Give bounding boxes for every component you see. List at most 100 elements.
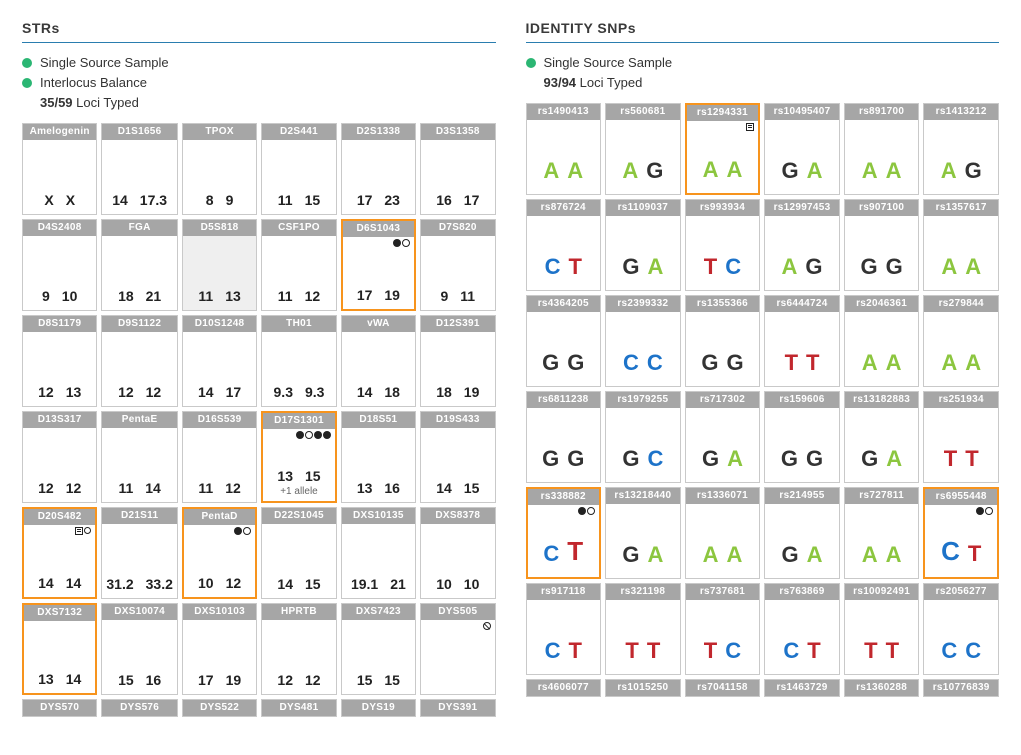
locus-cell[interactable]: rs2046361AA <box>844 295 920 387</box>
snps-status-list: Single Source Sample93/94 Loci Typed <box>526 53 1000 93</box>
locus-cell[interactable]: D9S11221212 <box>101 315 178 407</box>
locus-cell[interactable]: rs717302GA <box>685 391 761 483</box>
locus-cell[interactable]: rs12997453AG <box>764 199 840 291</box>
locus-cell[interactable]: AmelogeninXX <box>22 123 97 215</box>
locus-cell[interactable]: rs1336071AA <box>685 487 761 579</box>
locus-cell[interactable]: DYS570 <box>22 699 97 717</box>
locus-cell[interactable]: DYS481 <box>261 699 336 717</box>
locus-cell[interactable]: rs727811AA <box>844 487 920 579</box>
locus-cell[interactable]: DYS505 <box>420 603 495 695</box>
locus-cell[interactable]: D16S5391112 <box>182 411 257 503</box>
locus-cell[interactable]: D21S1131.233.2 <box>101 507 178 599</box>
locus-cell[interactable]: D4S2408910 <box>22 219 97 311</box>
allele-value: 14 <box>436 480 452 496</box>
locus-cell[interactable]: D2S4411115 <box>261 123 336 215</box>
locus-cell[interactable]: TPOX89 <box>182 123 257 215</box>
locus-cell[interactable]: rs13218440GA <box>605 487 681 579</box>
locus-cell[interactable]: DXS101031719 <box>182 603 257 695</box>
locus-alleles: CC <box>924 600 998 674</box>
locus-cell[interactable]: D10S12481417 <box>182 315 257 407</box>
locus-cell[interactable]: rs1360288 <box>844 679 920 697</box>
locus-cell[interactable]: rs4364205GG <box>526 295 602 387</box>
locus-cell[interactable]: D2S13381723 <box>341 123 416 215</box>
locus-cell[interactable]: rs1463729 <box>764 679 840 697</box>
dot-f-icon <box>323 431 331 439</box>
allele-value: 12 <box>226 575 242 591</box>
locus-cell[interactable]: D19S4331415 <box>420 411 495 503</box>
locus-flag-icons <box>393 239 410 247</box>
locus-cell[interactable]: rs737681TC <box>685 583 761 675</box>
locus-cell[interactable]: rs321198TT <box>605 583 681 675</box>
locus-cell[interactable]: rs10776839 <box>923 679 999 697</box>
locus-cell[interactable]: DXS100741516 <box>101 603 178 695</box>
locus-cell[interactable]: rs279844AA <box>923 295 999 387</box>
locus-cell[interactable]: rs2056277CC <box>923 583 999 675</box>
locus-cell[interactable]: rs876724CT <box>526 199 602 291</box>
locus-cell[interactable]: rs1490413AA <box>526 103 602 195</box>
locus-cell[interactable]: rs907100GG <box>844 199 920 291</box>
locus-cell[interactable]: D6S10431719 <box>341 219 416 311</box>
locus-cell[interactable]: rs6444724TT <box>764 295 840 387</box>
locus-cell[interactable]: vWA1418 <box>341 315 416 407</box>
locus-cell[interactable]: rs1015250 <box>605 679 681 697</box>
locus-cell[interactable]: rs159606GG <box>764 391 840 483</box>
locus-cell[interactable]: DXS71321314 <box>22 603 97 695</box>
locus-cell[interactable]: rs251934TT <box>923 391 999 483</box>
locus-cell[interactable]: rs1413212AG <box>923 103 999 195</box>
locus-cell[interactable]: D1S16561417.3 <box>101 123 178 215</box>
locus-cell[interactable]: D8S11791213 <box>22 315 97 407</box>
locus-cell[interactable]: DXS74231515 <box>341 603 416 695</box>
locus-cell[interactable]: D13S3171212 <box>22 411 97 503</box>
locus-cell[interactable]: D7S820911 <box>420 219 495 311</box>
locus-cell[interactable]: rs6955448CT <box>923 487 999 579</box>
locus-alleles: 1012 <box>184 525 255 597</box>
locus-cell[interactable]: rs917118CT <box>526 583 602 675</box>
locus-cell[interactable]: rs1355366GG <box>685 295 761 387</box>
locus-cell[interactable]: DYS391 <box>420 699 495 717</box>
locus-cell[interactable]: rs1109037GA <box>605 199 681 291</box>
locus-cell[interactable]: DYS522 <box>182 699 257 717</box>
locus-cell[interactable]: FGA1821 <box>101 219 178 311</box>
allele-value: G <box>861 446 878 472</box>
locus-cell[interactable]: rs993934TC <box>685 199 761 291</box>
locus-cell[interactable]: rs338882CT <box>526 487 602 579</box>
locus-header: rs2399332 <box>606 296 680 312</box>
locus-cell[interactable]: rs763869CT <box>764 583 840 675</box>
locus-alleles: 89 <box>183 140 256 214</box>
locus-cell[interactable]: PentaD1012 <box>182 507 257 599</box>
locus-cell[interactable]: rs214955GA <box>764 487 840 579</box>
locus-cell[interactable]: rs2399332CC <box>605 295 681 387</box>
locus-cell[interactable]: rs1357617AA <box>923 199 999 291</box>
locus-cell[interactable]: DXS83781010 <box>420 507 495 599</box>
locus-cell[interactable]: rs1979255GC <box>605 391 681 483</box>
locus-cell[interactable]: DXS1013519.121 <box>341 507 416 599</box>
locus-cell[interactable]: rs891700AA <box>844 103 920 195</box>
allele-value: 14 <box>277 576 293 592</box>
locus-cell[interactable]: rs13182883GA <box>844 391 920 483</box>
locus-cell[interactable]: D22S10451415 <box>261 507 336 599</box>
locus-cell[interactable]: rs560681AG <box>605 103 681 195</box>
locus-cell[interactable]: D17S13011315+1 allele <box>261 411 336 503</box>
locus-alleles: GG <box>686 312 760 386</box>
locus-cell[interactable]: D18S511316 <box>341 411 416 503</box>
locus-cell[interactable]: DYS576 <box>101 699 178 717</box>
locus-cell[interactable]: HPRTB1212 <box>261 603 336 695</box>
locus-cell[interactable]: rs10495407GA <box>764 103 840 195</box>
locus-cell[interactable]: D3S13581617 <box>420 123 495 215</box>
allele-value: A <box>862 158 878 184</box>
locus-cell[interactable]: D12S3911819 <box>420 315 495 407</box>
locus-cell[interactable]: rs7041158 <box>685 679 761 697</box>
locus-cell[interactable]: D5S8181113 <box>182 219 257 311</box>
locus-cell[interactable]: rs6811238GG <box>526 391 602 483</box>
locus-cell[interactable]: TH019.39.3 <box>261 315 336 407</box>
locus-cell[interactable]: DYS19 <box>341 699 416 717</box>
locus-cell[interactable]: D20S4821414 <box>22 507 97 599</box>
locus-cell[interactable]: rs1294331AA <box>685 103 761 195</box>
allele-value: A <box>703 542 719 568</box>
locus-cell[interactable]: rs10092491TT <box>844 583 920 675</box>
locus-alleles: CT <box>527 600 601 674</box>
locus-cell[interactable]: CSF1PO1112 <box>261 219 336 311</box>
locus-cell[interactable]: PentaE1114 <box>101 411 178 503</box>
locus-header: rs1015250 <box>606 680 680 696</box>
locus-cell[interactable]: rs4606077 <box>526 679 602 697</box>
